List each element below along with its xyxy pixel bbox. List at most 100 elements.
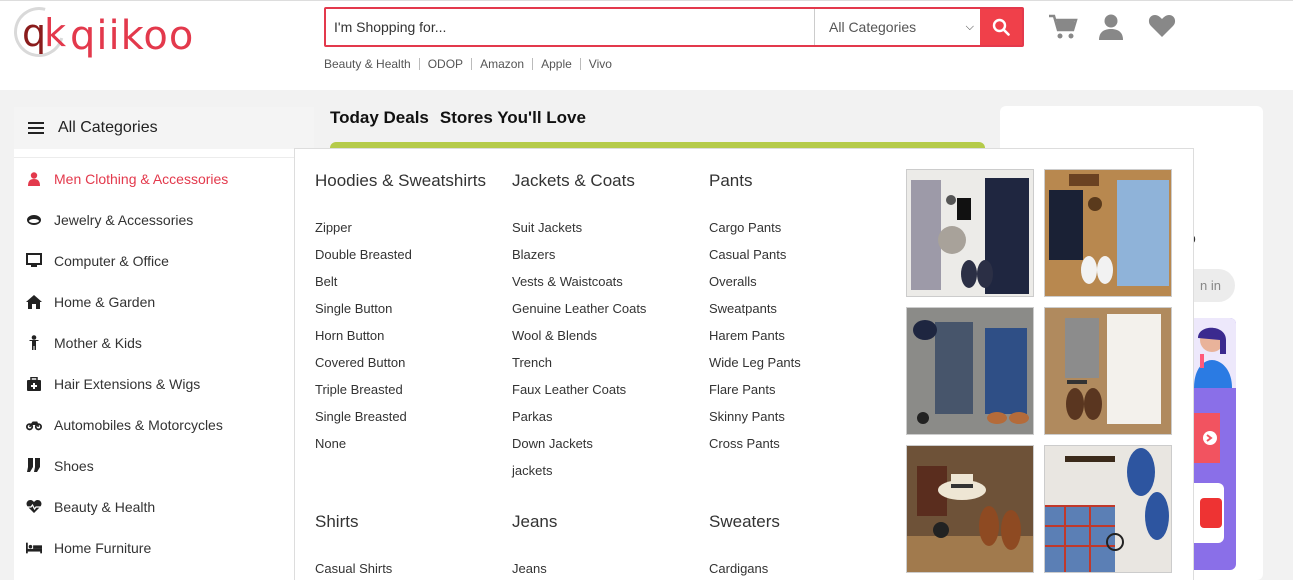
category-list: Men Clothing & Accessories Jewelry & Acc… [14,157,314,568]
menu-item[interactable]: Casual Pants [709,247,899,274]
monitor-icon [26,253,42,269]
sidebar-item-label: Jewelry & Accessories [54,211,194,228]
menu-column-sweaters: Sweaters Cardigans [709,512,899,580]
sidebar-item-men-clothing[interactable]: Men Clothing & Accessories [14,158,314,199]
menu-item[interactable]: Skinny Pants [709,409,899,436]
menu-item[interactable]: Jeans [512,561,702,580]
sidebar-item-computer[interactable]: Computer & Office [14,240,314,281]
menu-item[interactable]: Flare Pants [709,382,899,409]
quick-link[interactable]: Amazon [471,58,532,70]
menu-item[interactable]: Cardigans [709,561,899,580]
menu-item[interactable]: Casual Shirts [315,561,505,580]
sidebar-item-hair[interactable]: Hair Extensions & Wigs [14,363,314,404]
menu-item[interactable]: Suit Jackets [512,220,702,247]
menu-item[interactable]: Parkas [512,409,702,436]
menu-item[interactable]: None [315,436,505,463]
search-button[interactable] [980,9,1022,45]
outfit-image[interactable] [1044,445,1172,573]
menu-column-title[interactable]: Sweaters [709,512,899,536]
mega-menu: Hoodies & Sweatshirts Zipper Double Brea… [294,148,1194,580]
sidebar-item-label: Shoes [54,457,94,474]
menu-item[interactable]: Vests & Waistcoats [512,274,702,301]
quick-links: Beauty & Health ODOP Amazon Apple Vivo [324,58,620,70]
menu-item[interactable]: jackets [512,463,702,490]
search-bar: All Categories ⌵ [324,7,1024,47]
search-icon [992,18,1010,36]
outfit-image[interactable] [906,169,1034,297]
heartbeat-icon [26,499,42,515]
menu-item[interactable]: Down Jackets [512,436,702,463]
medkit-icon [26,376,42,392]
menu-column-hoodies: Hoodies & Sweatshirts Zipper Double Brea… [315,171,505,463]
menu-column-jackets: Jackets & Coats Suit Jackets Blazers Ves… [512,171,702,490]
menu-item[interactable]: Genuine Leather Coats [512,301,702,328]
tab-stores[interactable]: Stores You'll Love [440,108,586,128]
menu-item[interactable]: Single Button [315,301,505,328]
menu-item[interactable]: Cargo Pants [709,220,899,247]
menu-item[interactable]: Cross Pants [709,436,899,463]
sidebar-item-furniture[interactable]: Home Furniture [14,527,314,568]
sidebar-item-label: Computer & Office [54,252,169,269]
menu-item[interactable]: Overalls [709,274,899,301]
tab-today-deals[interactable]: Today Deals [330,108,429,128]
sidebar-item-beauty[interactable]: Beauty & Health [14,486,314,527]
quick-link[interactable]: Beauty & Health [324,58,419,70]
quick-link[interactable]: Apple [532,58,580,70]
sidebar-item-shoes[interactable]: Shoes [14,445,314,486]
sidebar-item-label: Hair Extensions & Wigs [54,375,201,392]
menu-column-title[interactable]: Pants [709,171,899,195]
sidebar-item-label: Men Clothing & Accessories [54,170,229,187]
user-icon[interactable] [1098,13,1126,41]
sidebar-item-label: Mother & Kids [54,334,142,351]
outfit-image[interactable] [906,445,1034,573]
sidebar-title: All Categories [58,119,158,136]
bed-icon [26,540,42,556]
menu-item[interactable]: Wide Leg Pants [709,355,899,382]
all-categories-header[interactable]: All Categories [14,107,314,149]
sidebar-item-home-garden[interactable]: Home & Garden [14,281,314,322]
menu-item[interactable]: Belt [315,274,505,301]
sidebar-item-jewelry[interactable]: Jewelry & Accessories [14,199,314,240]
sidebar-item-automobiles[interactable]: Automobiles & Motorcycles [14,404,314,445]
sidebar-item-mother-kids[interactable]: Mother & Kids [14,322,314,363]
motorcycle-icon [26,417,42,433]
category-select[interactable]: All Categories ⌵ [814,9,980,45]
site-logo[interactable]: qk qiikoo [4,0,204,67]
menu-column-title[interactable]: Jeans [512,512,702,536]
person-icon [26,171,42,187]
sidebar-item-label: Beauty & Health [54,498,156,515]
sidebar-item-label: Automobiles & Motorcycles [54,416,223,433]
menu-item[interactable]: Double Breasted [315,247,505,274]
chevron-down-icon: ⌵ [965,20,974,33]
menu-item[interactable]: Blazers [512,247,702,274]
cart-icon[interactable] [1048,13,1078,41]
menu-item[interactable]: Horn Button [315,328,505,355]
outfit-image[interactable] [1044,307,1172,435]
menu-item[interactable]: Sweatpants [709,301,899,328]
menu-item[interactable]: Harem Pants [709,328,899,355]
quick-link[interactable]: Vivo [579,58,620,70]
outfit-image[interactable] [1044,169,1172,297]
menu-item[interactable]: Zipper [315,220,505,247]
menu-column-title[interactable]: Hoodies & Sweatshirts [315,171,505,195]
category-sidebar: All Categories Men Clothing & Accessorie… [14,107,314,580]
outfit-image[interactable] [906,307,1034,435]
header-icons [1048,13,1176,41]
menu-column-title[interactable]: Jackets & Coats [512,171,702,195]
menu-item[interactable]: Covered Button [315,355,505,382]
quick-link[interactable]: ODOP [418,58,471,70]
menu-item[interactable]: Trench [512,355,702,382]
heart-icon[interactable] [1148,13,1176,41]
search-input[interactable] [326,9,814,45]
menu-item[interactable]: Triple Breasted [315,382,505,409]
menu-column-title[interactable]: Shirts [315,512,505,536]
menu-column-jeans: Jeans Jeans [512,512,702,580]
menu-item[interactable]: Faux Leather Coats [512,382,702,409]
logo-mark: qk [22,11,66,55]
menu-item[interactable]: Wool & Blends [512,328,702,355]
menu-item[interactable]: Single Breasted [315,409,505,436]
sidebar-item-label: Home Furniture [54,539,152,556]
top-tabs: Today Deals Stores You'll Love [330,108,586,128]
ring-icon [26,212,42,228]
menu-icon [28,119,44,137]
